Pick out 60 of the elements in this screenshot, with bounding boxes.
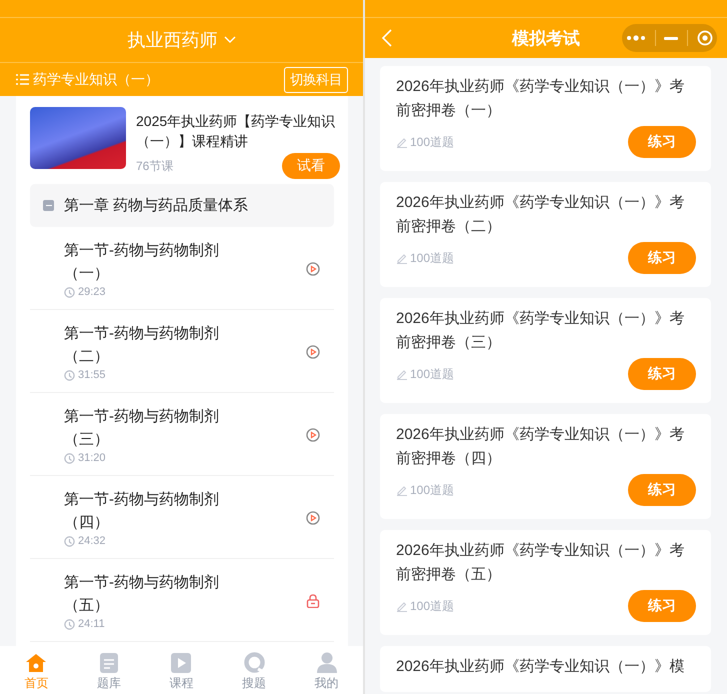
exam-title: 2026年执业药师《药学专业知识（一）》考前密押卷（四） — [396, 425, 686, 469]
lock-icon[interactable] — [306, 594, 320, 608]
person-icon — [316, 652, 338, 673]
question-count: 100道题 — [410, 366, 454, 382]
course-thumbnail[interactable] — [30, 107, 126, 169]
list-icon — [16, 74, 29, 85]
exam-title: 2026年执业药师《药学专业知识（一）》考前密押卷（三） — [396, 309, 686, 353]
search-icon — [244, 652, 265, 673]
lesson-title[interactable]: 第一节-药物与药物制剂（三） — [64, 405, 224, 451]
home-icon — [25, 653, 48, 673]
question-count: 100道题 — [410, 598, 454, 614]
exam-card[interactable]: 2026年执业药师《药学专业知识（一）》考前密押卷（四） 100道题 练习 — [380, 414, 711, 519]
more-icon[interactable] — [626, 35, 646, 41]
exam-card[interactable]: 2026年执业药师《药学专业知识（一）》模 — [380, 646, 711, 692]
pencil-icon — [396, 368, 408, 380]
lesson-duration: 31:55 — [78, 369, 106, 381]
minimize-icon[interactable] — [664, 36, 678, 40]
lesson-count: 76节课 — [136, 158, 174, 174]
question-count: 100道题 — [410, 134, 454, 150]
page-title: 模拟考试 — [512, 28, 580, 50]
course-title[interactable]: 2025年执业药师【药学专业知识（一）】课程精讲 — [136, 111, 340, 151]
exam-title: 2026年执业药师《药学专业知识（一）》模 — [396, 657, 686, 677]
pencil-icon — [396, 600, 408, 612]
question-count: 100道题 — [410, 250, 454, 266]
capsule-menu[interactable] — [622, 24, 717, 52]
pencil-icon — [396, 252, 408, 264]
question-count: 100道题 — [410, 482, 454, 498]
play-circle-icon[interactable] — [306, 428, 320, 442]
lesson-duration: 24:32 — [78, 535, 106, 547]
document-icon — [100, 653, 118, 673]
lesson-duration: 24:11 — [78, 618, 105, 630]
clock-icon — [64, 452, 75, 464]
exam-card[interactable]: 2026年执业药师《药学专业知识（一）》考前密押卷（三） 100道题 练习 — [380, 298, 711, 403]
exam-title: 2026年执业药师《药学专业知识（一）》考前密押卷（二） — [396, 193, 686, 237]
exam-title: 2026年执业药师《药学专业知识（一）》考前密押卷（五） — [396, 541, 686, 585]
play-icon — [171, 653, 192, 673]
subject-label: 药学专业知识（一） — [33, 70, 159, 88]
lesson-duration: 29:23 — [78, 286, 106, 298]
back-icon[interactable] — [381, 29, 392, 47]
chevron-down-icon[interactable] — [224, 36, 236, 44]
clock-icon — [64, 618, 75, 630]
clock-icon — [64, 370, 75, 380]
collapse-icon[interactable] — [43, 200, 54, 211]
play-circle-icon[interactable] — [306, 262, 320, 276]
exam-title: 2026年执业药师《药学专业知识（一）》考前密押卷（一） — [396, 77, 686, 121]
clock-icon — [64, 286, 75, 298]
lesson-title[interactable]: 第一节-药物与药物制剂（五） — [64, 571, 224, 617]
lesson-title[interactable]: 第一节-药物与药物制剂（二） — [64, 322, 224, 368]
lesson-title[interactable]: 第一节-药物与药物制剂（四） — [64, 488, 224, 534]
exam-card[interactable]: 2026年执业药师《药学专业知识（一）》考前密押卷（二） 100道题 练习 — [380, 182, 711, 287]
clock-icon — [64, 536, 75, 546]
pencil-icon — [396, 484, 408, 496]
lesson-title[interactable]: 第一节-药物与药物制剂（一） — [64, 239, 224, 285]
exam-card[interactable]: 2026年执业药师《药学专业知识（一）》考前密押卷（一） 100道题 练习 — [380, 66, 711, 171]
play-circle-icon[interactable] — [306, 344, 320, 358]
exam-card[interactable]: 2026年执业药师《药学专业知识（一）》考前密押卷（五） 100道题 练习 — [380, 530, 711, 635]
play-circle-icon[interactable] — [306, 510, 320, 524]
close-icon[interactable] — [696, 30, 713, 46]
pencil-icon — [396, 136, 408, 148]
lesson-duration: 31:20 — [78, 452, 106, 464]
